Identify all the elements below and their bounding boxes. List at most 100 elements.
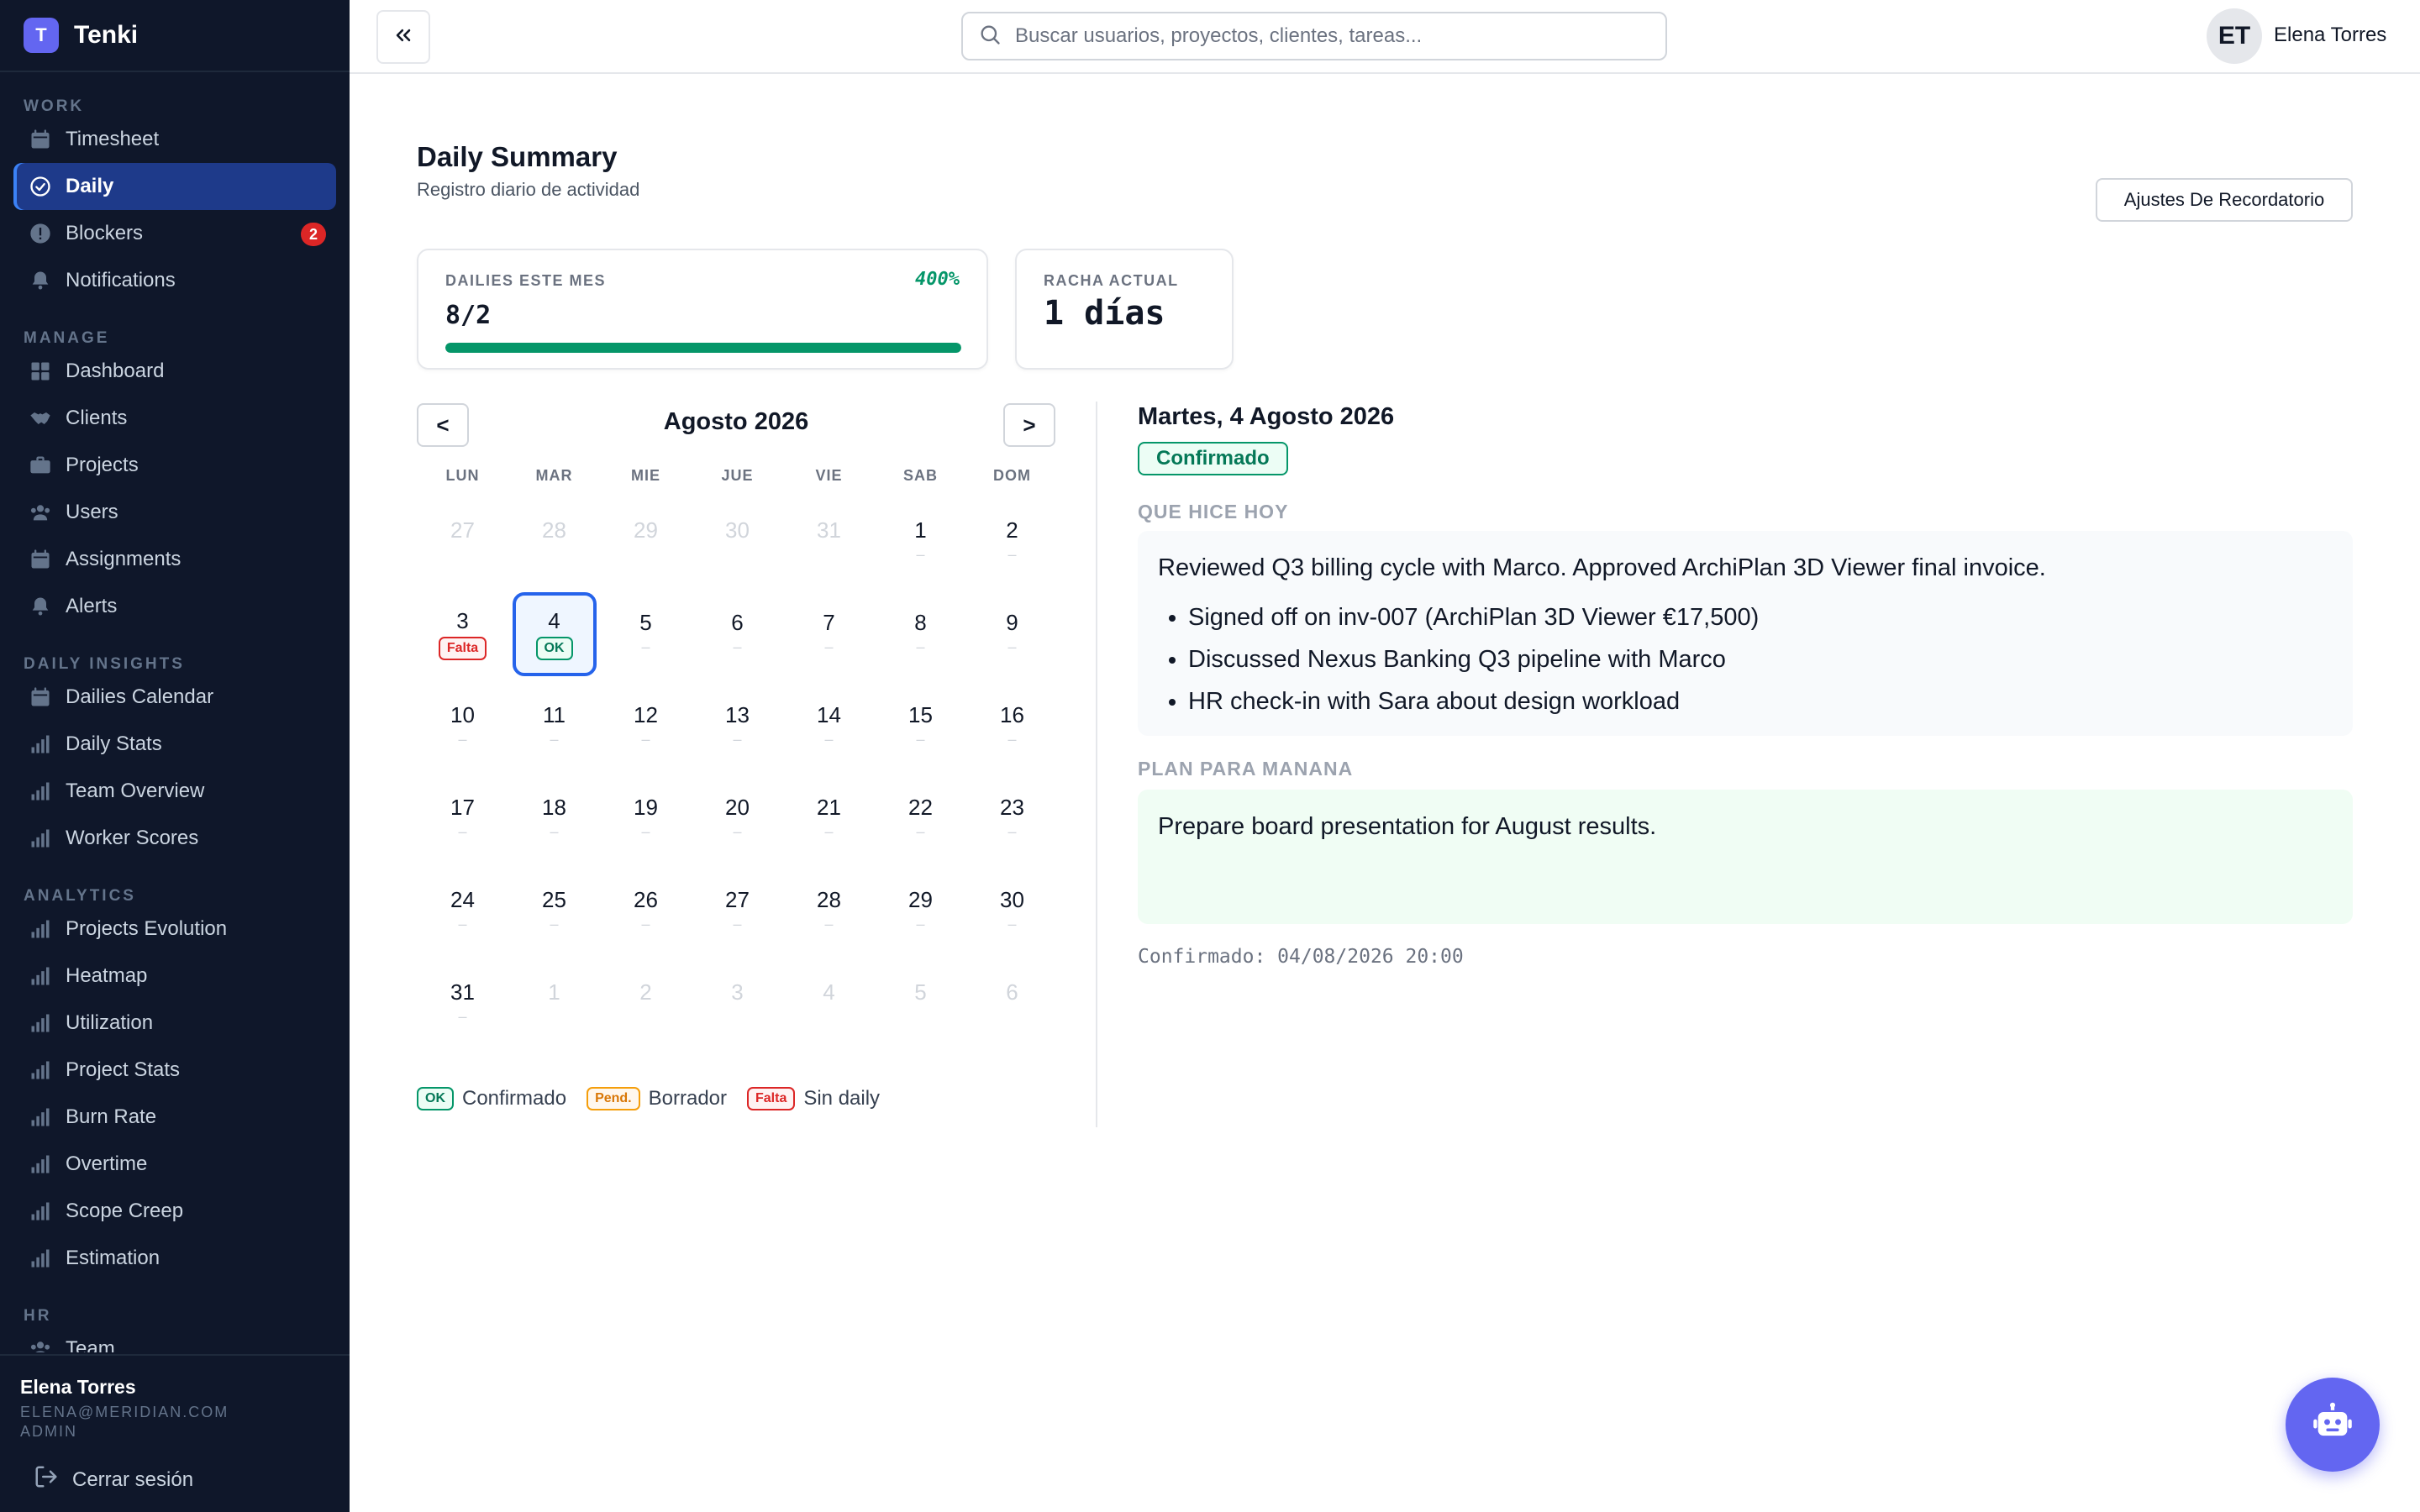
calendar-day[interactable]: 27 – xyxy=(696,869,780,953)
bell-icon xyxy=(29,595,52,618)
day-number: 31 xyxy=(817,517,841,543)
sidebar-item-estimation[interactable]: Estimation xyxy=(13,1235,336,1282)
calendar-day[interactable]: 8– xyxy=(879,592,963,676)
calendar-day[interactable]: 1– xyxy=(879,500,963,584)
calendar-prev-button[interactable]: < xyxy=(417,403,469,447)
collapse-sidebar-button[interactable] xyxy=(376,10,430,64)
sidebar-item-project-stats[interactable]: Project Stats xyxy=(13,1047,336,1094)
sidebar-section-manage: MANAGE xyxy=(24,329,110,347)
calendar-cell: 18 – xyxy=(508,773,600,865)
topbar: ET Elena Torres xyxy=(350,0,2420,74)
day-number: 30 xyxy=(725,517,750,543)
sidebar-item-label: Team Overview xyxy=(66,780,205,802)
sidebar-item-clients[interactable]: Clients xyxy=(13,395,336,442)
sidebar-item-projects-evolution[interactable]: Projects Evolution xyxy=(13,906,336,953)
sidebar-item-dailies-calendar[interactable]: Dailies Calendar xyxy=(13,674,336,721)
day-empty-dash: – xyxy=(916,731,925,748)
calendar-day[interactable]: 19 – xyxy=(604,777,688,861)
calendar-day[interactable]: 21 – xyxy=(787,777,871,861)
calendar-day[interactable]: 28 – xyxy=(787,869,871,953)
calendar-day[interactable]: 26 – xyxy=(604,869,688,953)
day-empty-dash: – xyxy=(458,1008,467,1025)
calendar-day[interactable]: 7– xyxy=(787,592,871,676)
calendar-day[interactable]: 25 – xyxy=(513,869,597,953)
search-input[interactable] xyxy=(1015,24,1654,48)
calendar-next-button[interactable]: > xyxy=(1003,403,1055,447)
sidebar-item-scope-creep[interactable]: Scope Creep xyxy=(13,1188,336,1235)
calendar-day[interactable]: 12 – xyxy=(604,685,688,769)
calendar-day[interactable]: 20 – xyxy=(696,777,780,861)
day-number: 3 xyxy=(456,608,469,633)
calendar-day[interactable]: 3 Falta xyxy=(421,592,505,676)
reminder-settings-button[interactable]: Ajustes De Recordatorio xyxy=(2096,178,2353,222)
calendar-day[interactable]: 24 – xyxy=(421,869,505,953)
brand[interactable]: T Tenki xyxy=(0,0,350,72)
calendar-day[interactable]: 30 – xyxy=(971,869,1055,953)
calendar-cell: 23 – xyxy=(966,773,1058,865)
topbar-user-name[interactable]: Elena Torres xyxy=(2274,24,2386,47)
calendar-day[interactable]: 9– xyxy=(971,592,1055,676)
sidebar-item-utilization[interactable]: Utilization xyxy=(13,1000,336,1047)
sidebar-item-users[interactable]: Users xyxy=(13,489,336,536)
calendar-day[interactable]: 6– xyxy=(696,592,780,676)
sidebar-item-blockers[interactable]: Blockers 2 xyxy=(13,210,336,257)
calendar-day[interactable]: 18 – xyxy=(513,777,597,861)
assistant-fab-button[interactable] xyxy=(2286,1378,2380,1472)
sidebar-item-alerts[interactable]: Alerts xyxy=(13,583,336,630)
sidebar-item-team[interactable]: Team xyxy=(13,1326,336,1352)
legend-label: Sin daily xyxy=(803,1087,881,1110)
search-box[interactable] xyxy=(961,12,1667,60)
calendar-day[interactable]: 17 – xyxy=(421,777,505,861)
calendar-cell: 5– xyxy=(600,588,692,680)
calendar-day[interactable]: 5– xyxy=(604,592,688,676)
calendar-day[interactable]: 16 – xyxy=(971,685,1055,769)
calendar-day[interactable]: 10 – xyxy=(421,685,505,769)
calendar-day[interactable]: 13 – xyxy=(696,685,780,769)
sidebar-item-notifications[interactable]: Notifications xyxy=(13,257,336,304)
sidebar-item-heatmap[interactable]: Heatmap xyxy=(13,953,336,1000)
logout-button[interactable]: Cerrar sesión xyxy=(20,1464,329,1495)
calendar-cell: 9– xyxy=(966,588,1058,680)
today-bullet-item: HR check-in with Sara about design workl… xyxy=(1188,680,2333,722)
day-empty-dash: – xyxy=(733,731,742,748)
sidebar-item-dashboard[interactable]: Dashboard xyxy=(13,348,336,395)
weekday-label: JUE xyxy=(721,467,754,484)
day-number: 26 xyxy=(634,887,658,912)
day-number: 17 xyxy=(450,795,475,820)
calendar-week-row: 24 – 25 – 26 – 27 – 28 – 29 – 30 – xyxy=(417,865,1059,958)
calendar-day: 3 xyxy=(696,962,780,1046)
day-empty-dash: – xyxy=(916,823,925,840)
sidebar-item-overtime[interactable]: Overtime xyxy=(13,1141,336,1188)
calendar-day[interactable]: 14 – xyxy=(787,685,871,769)
sidebar-item-projects[interactable]: Projects xyxy=(13,442,336,489)
avatar[interactable]: ET xyxy=(2207,8,2262,64)
sidebar-item-worker-scores[interactable]: Worker Scores xyxy=(13,815,336,862)
calendar-cell: 2 xyxy=(600,958,692,1050)
calendar-day[interactable]: 29 – xyxy=(879,869,963,953)
day-empty-dash: – xyxy=(733,823,742,840)
calendar-cell: 15 – xyxy=(875,680,966,773)
calendar-day[interactable]: 23 – xyxy=(971,777,1055,861)
sidebar-item-label: Users xyxy=(66,501,118,523)
calendar-day-selected[interactable]: 4 OK xyxy=(512,592,597,676)
day-number: 27 xyxy=(725,887,750,912)
calendar-day[interactable]: 15 – xyxy=(879,685,963,769)
sidebar-item-daily-stats[interactable]: Daily Stats xyxy=(13,721,336,768)
calendar-day[interactable]: 31 – xyxy=(421,962,505,1046)
calendar-grid: LUN MAR MIE JUE VIE SAB DOM 27 28 29 30 31 1–2–3 Fal… xyxy=(417,467,1059,1050)
calendar-cell: 6– xyxy=(692,588,783,680)
sidebar-item-team-overview[interactable]: Team Overview xyxy=(13,768,336,815)
day-empty-dash: – xyxy=(916,638,925,655)
day-number: 10 xyxy=(450,702,475,727)
sidebar-item-assignments[interactable]: Assignments xyxy=(13,536,336,583)
calendar-day[interactable]: 2– xyxy=(971,500,1055,584)
bar-chart-icon xyxy=(29,1105,52,1129)
sidebar-item-daily[interactable]: Daily xyxy=(13,163,336,210)
calendar-day[interactable]: 22 – xyxy=(879,777,963,861)
weekday-label: SAB xyxy=(902,467,938,484)
bar-chart-icon xyxy=(29,1200,52,1223)
day-number: 1 xyxy=(914,517,927,543)
sidebar-item-burn-rate[interactable]: Burn Rate xyxy=(13,1094,336,1141)
sidebar-item-timesheet[interactable]: Timesheet xyxy=(13,116,336,163)
calendar-day[interactable]: 11 – xyxy=(513,685,597,769)
